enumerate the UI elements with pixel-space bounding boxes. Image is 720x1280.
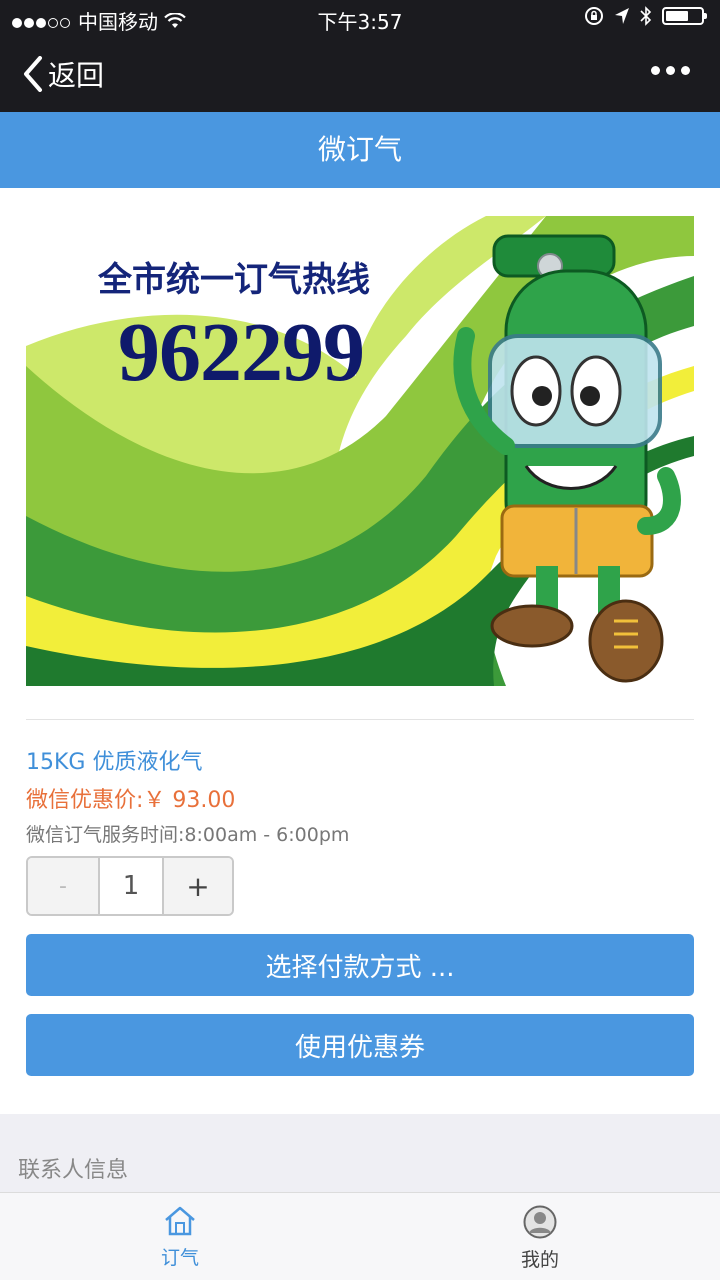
back-label: 返回 — [48, 59, 105, 92]
status-right — [584, 6, 707, 26]
product-price: 微信优惠价:￥ 93.00 — [26, 788, 236, 813]
more-dot-icon — [681, 66, 690, 75]
tab-label: 我的 — [520, 1249, 559, 1271]
promo-banner: 全市统一订气热线 962299 — [26, 216, 694, 686]
banner-hotline-title: 全市统一订气热线 — [98, 260, 370, 300]
contact-info-heading: 联系人信息 — [18, 1158, 129, 1183]
more-options-button[interactable] — [651, 66, 690, 75]
back-button[interactable]: 返回 — [22, 54, 104, 94]
quantity-value[interactable]: 1 — [100, 858, 164, 914]
quantity-stepper: - 1 + — [26, 856, 234, 916]
orientation-lock-icon — [585, 7, 603, 25]
decrease-quantity-button[interactable]: - — [28, 858, 100, 914]
user-icon — [523, 1205, 557, 1239]
divider — [26, 719, 694, 720]
use-coupon-button[interactable]: 使用优惠券 — [26, 1014, 694, 1076]
banner-hotline-number: 962299 — [118, 306, 365, 399]
product-name: 15KG 优质液化气 — [26, 750, 203, 775]
service-hours: 微信订气服务时间:8:00am - 6:00pm — [26, 824, 350, 846]
more-dot-icon — [666, 66, 675, 75]
location-arrow-icon — [615, 8, 629, 24]
order-content: 全市统一订气热线 962299 15KG 优质液化气 微信优惠价:￥ 93.00… — [0, 188, 720, 1114]
status-bar: 中国移动 下午3:57 — [0, 0, 720, 36]
page-title: 微订气 — [0, 112, 720, 188]
battery-icon — [662, 7, 707, 25]
tab-label: 订气 — [160, 1247, 199, 1269]
tab-my-account[interactable]: 我的 — [360, 1193, 720, 1280]
tab-bar: 订气 我的 — [0, 1192, 720, 1280]
tab-order-gas[interactable]: 订气 — [0, 1193, 360, 1280]
increase-quantity-button[interactable]: + — [164, 858, 232, 914]
nav-bar: 返回 — [0, 36, 720, 112]
bluetooth-icon — [640, 6, 652, 26]
chevron-left-icon — [24, 56, 42, 92]
home-icon — [165, 1206, 195, 1236]
select-payment-button[interactable]: 选择付款方式 ... — [26, 934, 694, 996]
more-dot-icon — [651, 66, 660, 75]
